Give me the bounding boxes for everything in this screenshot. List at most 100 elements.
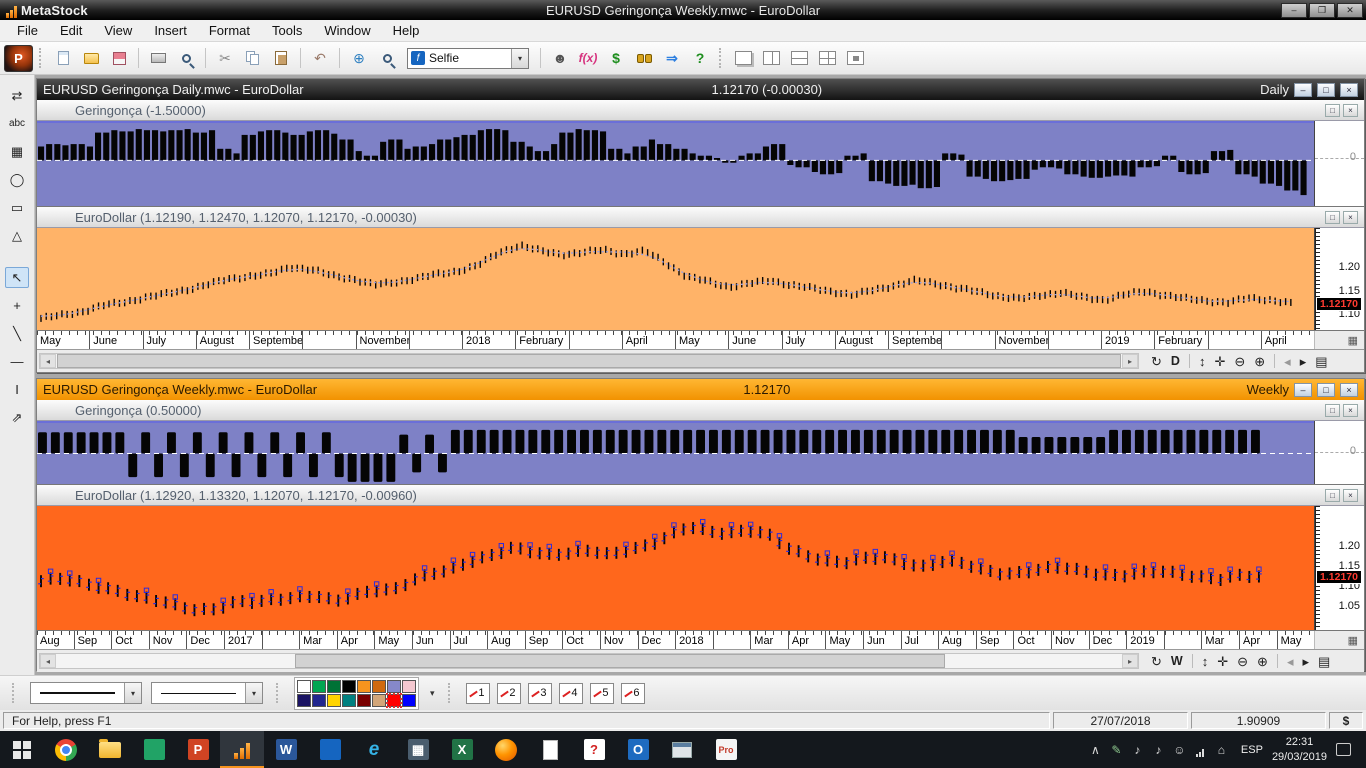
expert-advisor-button[interactable]: ☻	[547, 46, 573, 71]
indicator-builder-button[interactable]: f(x)	[575, 46, 601, 71]
chart-menu-button[interactable]: ▤	[1315, 355, 1327, 368]
refresh-button[interactable]: ↻	[1151, 355, 1162, 368]
panel-maximize-button[interactable]: □	[1325, 404, 1340, 417]
next-button[interactable]: ▸	[1302, 655, 1309, 668]
taskbar-icon-internet-explorer[interactable]: e	[352, 731, 396, 768]
chevron-down-icon[interactable]: ▾	[245, 683, 262, 703]
menu-window[interactable]: Window	[313, 21, 381, 40]
panel-close-button[interactable]: ×	[1343, 211, 1358, 224]
zoom-in-button[interactable]: ⊕	[1254, 355, 1265, 368]
paste-button[interactable]	[268, 46, 294, 71]
taskbar-icon-blue-app[interactable]	[308, 731, 352, 768]
menu-file[interactable]: File	[6, 21, 49, 40]
weekly-periodicity-button[interactable]: W	[1171, 655, 1183, 668]
toolbar-grip[interactable]	[12, 683, 17, 703]
toolbar-grip[interactable]	[276, 683, 281, 703]
panel-close-button[interactable]: ×	[1343, 489, 1358, 502]
template-button-2[interactable]: 2	[497, 683, 521, 704]
axis-properties-button[interactable]: ▦	[1348, 634, 1358, 647]
daily-indicator-panel-header[interactable]: Geringonça (-1.50000) □ ×	[37, 100, 1364, 121]
hidden-icons-chevron[interactable]: ∧	[1085, 743, 1106, 757]
chart-menu-button[interactable]: ▤	[1318, 655, 1330, 668]
vertical-zoom-button[interactable]: ↕	[1202, 655, 1209, 668]
daily-periodicity-button[interactable]: D	[1171, 355, 1180, 368]
taskbar-icon-pro[interactable]: Pro	[704, 731, 748, 768]
daily-price-panel-header[interactable]: EuroDollar (1.12190, 1.12470, 1.12070, 1…	[37, 207, 1364, 228]
scroll-right-arrow[interactable]: ▸	[1122, 654, 1138, 668]
taskbar-icon-green-app[interactable]	[132, 731, 176, 768]
scroll-left-arrow[interactable]: ◂	[40, 654, 56, 668]
open-button[interactable]	[78, 46, 104, 71]
color-swatch[interactable]	[312, 694, 326, 707]
tray-icon-volume-mute[interactable]: ♪	[1127, 743, 1148, 757]
action-center-icon[interactable]	[1336, 743, 1351, 756]
move-chart-button[interactable]: ✛	[1217, 655, 1228, 668]
taskbar-icon-chrome[interactable]	[44, 731, 88, 768]
panel-close-button[interactable]: ×	[1343, 404, 1358, 417]
toolbar-grip[interactable]	[719, 48, 724, 68]
color-swatch[interactable]	[327, 680, 341, 693]
weekly-price-panel-header[interactable]: EuroDollar (1.12920, 1.13320, 1.12070, 1…	[37, 485, 1364, 506]
pointer-tool-button[interactable]: ↖	[5, 267, 29, 288]
axis-properties-button[interactable]: ▦	[1348, 334, 1358, 347]
scrollbar-thumb[interactable]	[295, 654, 945, 668]
chevron-down-icon[interactable]: ▾	[511, 49, 528, 68]
crosshair-tool-button[interactable]: +	[5, 295, 29, 316]
symbol-search-dropdown[interactable]: fSelfie▾	[407, 48, 529, 69]
pane-splitter-button[interactable]: ⇄	[5, 85, 29, 106]
taskbar-icon-word[interactable]: W	[264, 731, 308, 768]
menu-help[interactable]: Help	[382, 21, 431, 40]
toolbar-grip[interactable]	[39, 48, 44, 68]
print-button[interactable]	[145, 46, 171, 71]
daily-window-title-bar[interactable]: EURUSD Geringonça Daily.mwc - EuroDollar…	[37, 79, 1364, 100]
taskbar-icon-app-window[interactable]	[660, 731, 704, 768]
color-swatch[interactable]	[357, 694, 371, 707]
color-swatch[interactable]	[297, 694, 311, 707]
quickplot-button[interactable]: ▦	[5, 141, 29, 162]
weekly-indicator-panel-header[interactable]: Geringonça (0.50000) □ ×	[37, 400, 1364, 421]
daily-maximize-button[interactable]: □	[1317, 83, 1335, 97]
taskbar-icon-metastock[interactable]	[220, 731, 264, 768]
panel-maximize-button[interactable]: □	[1325, 211, 1340, 224]
explorer-button[interactable]	[631, 46, 657, 71]
minimize-button[interactable]: –	[1281, 3, 1307, 18]
next-button[interactable]: ▸	[1300, 355, 1307, 368]
color-swatch[interactable]	[342, 680, 356, 693]
color-swatch[interactable]	[357, 680, 371, 693]
template-button-1[interactable]: 1	[466, 683, 490, 704]
copy-button[interactable]	[240, 46, 266, 71]
panel-maximize-button[interactable]: □	[1325, 104, 1340, 117]
color-swatch[interactable]	[372, 680, 386, 693]
horizontal-line-tool-button[interactable]: —	[5, 351, 29, 372]
forecaster-button[interactable]: ⇒	[659, 46, 685, 71]
chevron-down-icon[interactable]: ▾	[124, 683, 141, 703]
taskbar-icon-outlook[interactable]: O	[616, 731, 660, 768]
scroll-right-arrow[interactable]: ▸	[1122, 354, 1138, 368]
trendline-tool-button[interactable]: ╲	[5, 323, 29, 344]
power-console-button[interactable]: P	[4, 45, 33, 72]
previous-button[interactable]: ◂	[1287, 655, 1294, 668]
daily-horizontal-scrollbar[interactable]: ◂ ▸	[39, 353, 1139, 369]
triangle-tool-button[interactable]: △	[5, 225, 29, 246]
color-swatch[interactable]	[297, 680, 311, 693]
tray-icon-network[interactable]	[1190, 743, 1211, 757]
zoom-in-button[interactable]: ⊕	[1257, 655, 1268, 668]
rectangle-tool-button[interactable]: ▭	[5, 197, 29, 218]
toolbar-grip[interactable]	[448, 683, 453, 703]
ellipse-tool-button[interactable]: ◯	[5, 169, 29, 190]
template-button-3[interactable]: 3	[528, 683, 552, 704]
taskbar-icon-powerpoint[interactable]: P	[176, 731, 220, 768]
taskbar-icon-excel[interactable]: X	[440, 731, 484, 768]
tile-vertical-button[interactable]	[758, 46, 784, 71]
print-preview-button[interactable]	[173, 46, 199, 71]
weekly-close-button[interactable]: ×	[1340, 383, 1358, 397]
taskbar-icon-calculator[interactable]: ▦	[396, 731, 440, 768]
weekly-horizontal-scrollbar[interactable]: ◂ ▸	[39, 653, 1139, 669]
template-button-5[interactable]: 5	[590, 683, 614, 704]
menu-edit[interactable]: Edit	[49, 21, 93, 40]
restore-button[interactable]: ❐	[1309, 3, 1335, 18]
cascade-windows-button[interactable]	[730, 46, 756, 71]
text-tool-button[interactable]: abc	[5, 113, 29, 134]
zoom-out-button[interactable]: ⊖	[1234, 355, 1245, 368]
close-button[interactable]: ✕	[1337, 3, 1363, 18]
